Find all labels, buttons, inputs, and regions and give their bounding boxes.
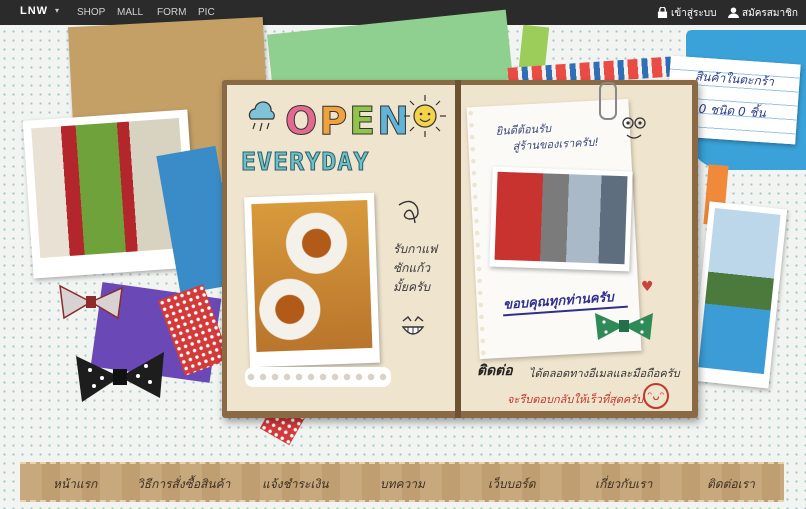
user-icon [728, 7, 739, 18]
plaid-bow-icon [59, 284, 123, 320]
nav-shop[interactable]: SHOP [77, 7, 105, 18]
open-notebook: OPEN EVERYDAY รับกาแฟ ซักแก้ว มั้ยครับ ย… [222, 80, 698, 418]
doodle-face-icon [622, 117, 646, 139]
menu-articles[interactable]: บทความ [380, 475, 425, 494]
nav-form[interactable]: FORM [157, 7, 186, 18]
welcome-line: สู่ร้านของเราครับ! [512, 135, 600, 154]
open-title: OPEN [284, 99, 411, 144]
menu-contact-us[interactable]: ติดต่อเรา [707, 475, 755, 494]
logo-dropdown-icon[interactable]: ▾ [55, 6, 59, 15]
menu-about-us[interactable]: เกี่ยวกับเรา [595, 475, 652, 494]
open-title-letter: O [284, 99, 320, 144]
contact-text: ได้ตลอดทางอีเมลและมือถือครับ [529, 367, 680, 380]
contact-label: ติดต่อ [477, 363, 513, 379]
heart-icon: ♥ [641, 279, 654, 295]
menu-payment-notice[interactable]: แจ้งชำระเงิน [262, 475, 329, 494]
nav-pic[interactable]: PIC [198, 7, 215, 18]
notebook-left-page: OPEN EVERYDAY รับกาแฟ ซักแก้ว มั้ยครับ [227, 85, 455, 411]
coffee-image [251, 200, 373, 352]
coffee-photo [244, 192, 380, 368]
coffee-note-line: รับกาแฟ [393, 242, 438, 256]
coffee-note-line: มั้ยครับ [393, 280, 431, 294]
reply-text: จะรีบตอบกลับให้เร็วที่สุดครับ [507, 393, 644, 406]
coffee-note-line: ซักแก้ว [393, 261, 431, 275]
menu-how-to-order[interactable]: วิธีการสั่งซื้อสินค้า [137, 475, 230, 494]
lnw-logo[interactable]: LNW [20, 5, 48, 17]
open-title-letter: E [349, 99, 378, 144]
pool-photo [690, 201, 788, 389]
register-label: สมัครสมาชิก [742, 8, 798, 19]
smiling-sun-icon [404, 95, 446, 137]
street-image [494, 171, 628, 265]
main-menu: หน้าแรก วิธีการสั่งซื้อสินค้า แจ้งชำระเง… [20, 462, 784, 502]
everyday-title: EVERYDAY [240, 147, 370, 177]
lock-icon [657, 7, 668, 18]
lace-trim [245, 367, 391, 387]
paper-clip-icon [599, 82, 617, 120]
menu-home[interactable]: หน้าแรก [53, 475, 97, 494]
rain-cloud-icon [248, 101, 275, 132]
nav-mall[interactable]: MALL [117, 7, 143, 18]
pool-image [698, 208, 781, 375]
smile-face-icon: ᵔᴗᵔ [643, 383, 669, 409]
black-dotted-bow-icon [76, 352, 164, 402]
login-link[interactable]: เข้าสู่ระบบ [657, 6, 716, 21]
street-photo [489, 166, 633, 272]
open-title-letter: P [319, 99, 350, 144]
menu-webboard[interactable]: เว็บบอร์ด [488, 475, 536, 494]
green-dotted-bow-icon [595, 313, 653, 340]
login-label: เข้าสู่ระบบ [671, 8, 717, 19]
swirl-arrow-icon [398, 200, 419, 224]
grin-face-icon [401, 316, 425, 335]
coffee-note: รับกาแฟ ซักแก้ว มั้ยครับ [393, 240, 437, 297]
notebook-right-page: ยินดีต้อนรับ สู่ร้านของเราครับ! ♥ ขอบคุณ… [461, 85, 692, 411]
register-link[interactable]: สมัครสมาชิก [728, 6, 798, 21]
